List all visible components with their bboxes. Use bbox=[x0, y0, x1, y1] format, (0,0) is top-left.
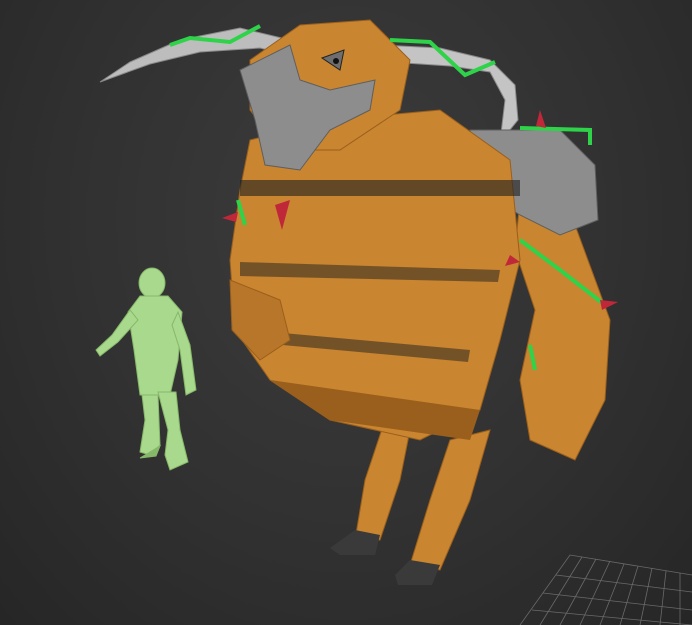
3d-viewport[interactable] bbox=[0, 0, 692, 625]
scene bbox=[95, 19, 692, 625]
human-reference-model[interactable] bbox=[95, 267, 197, 471]
monster-model[interactable] bbox=[99, 19, 618, 585]
hoof bbox=[330, 530, 380, 555]
home-grid bbox=[519, 554, 692, 625]
